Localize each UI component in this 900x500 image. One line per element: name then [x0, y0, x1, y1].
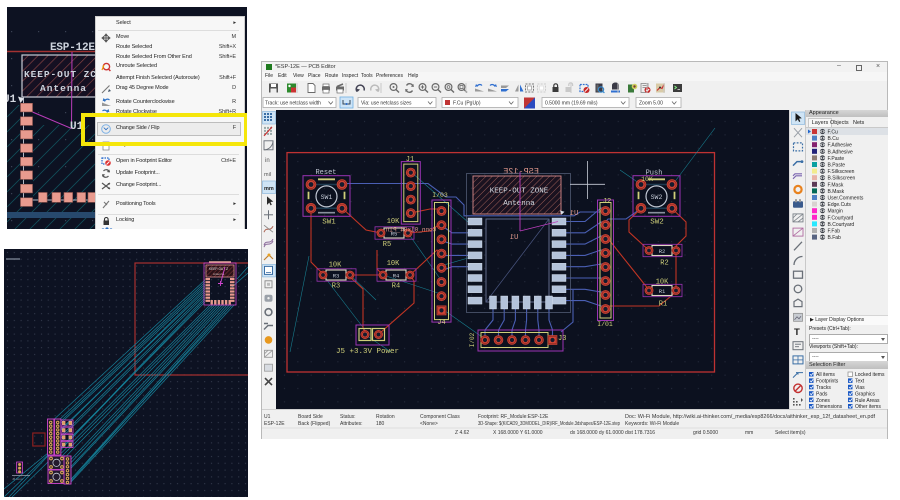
- svg-text:B.Mask: B.Mask: [828, 189, 845, 195]
- svg-text:B.Fab: B.Fab: [828, 235, 842, 241]
- svg-text:dx 168.0000 dy 61.0000 dist: dx 168.0000 dy 61.0000 dist 178.7316: [570, 430, 655, 436]
- svg-text:Text: Text: [855, 379, 865, 385]
- svg-text:Doc: Wi-Fi Module, http://wiki: Doc: Wi-Fi Module, http://wiki.ai-thinke…: [625, 414, 876, 420]
- svg-text:Vias: Vias: [855, 385, 865, 391]
- svg-text:ESP-12E: ESP-12E: [264, 421, 285, 427]
- svg-text:R3: R3: [333, 272, 340, 279]
- svg-text:Rotation: Rotation: [376, 414, 395, 420]
- svg-text:Select item(s): Select item(s): [775, 430, 806, 436]
- svg-text:R2: R2: [660, 260, 668, 268]
- svg-text:F.Fab: F.Fab: [828, 229, 841, 235]
- svg-text:J4: J4: [437, 319, 445, 327]
- svg-text:180: 180: [376, 421, 385, 427]
- svg-text:Zoom 5.00: Zoom 5.00: [639, 101, 663, 107]
- svg-text:Keywords: Wi-Fi Module: Keywords: Wi-Fi Module: [625, 421, 679, 427]
- svg-text:U1: U1: [510, 234, 518, 242]
- svg-text:Z 4.62: Z 4.62: [455, 430, 469, 436]
- svg-text:Track: use netclass width: Track: use netclass width: [265, 101, 321, 107]
- svg-text:J6 conn: J6 conn: [12, 477, 23, 481]
- svg-text:3D-Shape: $(KICAD9_3DMODEL_DIR: 3D-Shape: $(KICAD9_3DMODEL_DIR)/RF_Modul…: [478, 421, 620, 427]
- svg-text:J5 +3.3V Power: J5 +3.3V Power: [336, 348, 399, 356]
- svg-text:Component Class: Component Class: [420, 414, 460, 420]
- svg-text:grid 0.5000: grid 0.5000: [693, 430, 718, 436]
- svg-text:10K: 10K: [329, 262, 342, 270]
- svg-text:10K: 10K: [641, 176, 653, 183]
- svg-text:Locked items: Locked items: [855, 372, 885, 378]
- svg-text:Graphics: Graphics: [855, 391, 876, 397]
- svg-text:10K: 10K: [656, 279, 669, 287]
- svg-text:Rule Areas: Rule Areas: [855, 398, 880, 404]
- svg-text:I/01: I/01: [597, 321, 613, 328]
- svg-text:J1: J1: [406, 156, 414, 164]
- svg-text:mm: mm: [264, 186, 274, 192]
- svg-text:Status:: Status:: [340, 414, 356, 420]
- svg-text:F.Courtyard: F.Courtyard: [828, 215, 854, 221]
- svg-text:Antenna: Antenna: [503, 200, 535, 208]
- svg-text:SW1: SW1: [322, 219, 336, 227]
- svg-text:U1: U1: [264, 414, 271, 420]
- svg-text:B.Silkscreen: B.Silkscreen: [828, 176, 856, 182]
- svg-text:R4: R4: [392, 283, 400, 291]
- svg-text:Back (Flipped): Back (Flipped): [298, 421, 331, 427]
- svg-text:R1: R1: [659, 288, 666, 295]
- svg-text:0.5000 mm (19.69 mils): 0.5000 mm (19.69 mils): [545, 101, 598, 107]
- svg-text:R2: R2: [659, 248, 666, 255]
- svg-text:User.Comments: User.Comments: [828, 196, 864, 202]
- svg-text:Conn_01x04_Pin: Conn_01x04_Pin: [385, 227, 436, 234]
- svg-text:J2: J2: [603, 198, 611, 206]
- svg-text:10K: 10K: [387, 218, 400, 226]
- svg-text:Pads: Pads: [816, 391, 828, 397]
- svg-text:All items: All items: [816, 372, 835, 378]
- svg-text:KEEP-OUT ZONE: KEEP-OUT ZONE: [490, 188, 549, 196]
- svg-text:Zones: Zones: [816, 398, 830, 404]
- svg-text:mil: mil: [264, 172, 271, 178]
- svg-text:B.Courtyard: B.Courtyard: [828, 222, 855, 228]
- svg-text:J3: J3: [558, 335, 566, 343]
- svg-text:B.Adhesive: B.Adhesive: [828, 149, 854, 155]
- svg-text:Footprints: Footprints: [816, 379, 839, 385]
- svg-text:Attributes:: Attributes:: [340, 421, 363, 427]
- svg-text:Margin: Margin: [828, 209, 844, 215]
- svg-text:I/02: I/02: [469, 332, 476, 347]
- svg-text:SW2: SW2: [651, 194, 663, 201]
- svg-text:R1: R1: [659, 301, 667, 309]
- svg-text:I/03: I/03: [432, 192, 448, 199]
- svg-text:F.Cu (PgUp): F.Cu (PgUp): [453, 101, 481, 107]
- svg-text:F.Adhesive: F.Adhesive: [828, 143, 853, 149]
- svg-text:ESP-12E: ESP-12E: [50, 42, 95, 54]
- svg-text:R3: R3: [332, 283, 340, 291]
- svg-text:Tracks: Tracks: [816, 385, 831, 391]
- svg-text:Board Side: Board Side: [298, 414, 323, 420]
- svg-text:10K: 10K: [387, 260, 400, 268]
- svg-text:B.Cu: B.Cu: [828, 136, 839, 142]
- svg-text:in: in: [265, 158, 270, 164]
- svg-text:F.Mask: F.Mask: [828, 182, 844, 188]
- svg-text:B.Paste: B.Paste: [828, 163, 846, 169]
- svg-text:SW1: SW1: [321, 194, 333, 201]
- svg-text:SW2: SW2: [650, 219, 664, 227]
- svg-text:mm: mm: [745, 430, 753, 436]
- svg-text:U1: U1: [570, 210, 578, 218]
- svg-text:T: T: [794, 327, 800, 338]
- svg-text:Reset: Reset: [315, 169, 336, 177]
- svg-text:F.Paste: F.Paste: [828, 156, 845, 162]
- svg-text:R5: R5: [383, 241, 391, 249]
- svg-text:KEEP-OUT ZC: KEEP-OUT ZC: [24, 69, 96, 80]
- svg-text:F.Silkscreen: F.Silkscreen: [828, 169, 855, 175]
- svg-text:F.Cu: F.Cu: [828, 130, 839, 136]
- svg-text:U1: U1: [7, 94, 17, 106]
- svg-text:Antenna: Antenna: [40, 83, 86, 94]
- svg-text:<None>: <None>: [420, 421, 438, 427]
- svg-text:Footprint: RF_Module:ESP-12E: Footprint: RF_Module:ESP-12E: [478, 414, 549, 420]
- svg-text:R4: R4: [393, 272, 400, 279]
- svg-text:X 168.0000 Y 61.0000: X 168.0000 Y 61.0000: [493, 430, 543, 436]
- svg-text:Edge.Cuts: Edge.Cuts: [828, 202, 852, 208]
- svg-text:Via: use netclass sizes: Via: use netclass sizes: [361, 101, 412, 107]
- svg-text:ESP-12E: ESP-12E: [503, 167, 539, 177]
